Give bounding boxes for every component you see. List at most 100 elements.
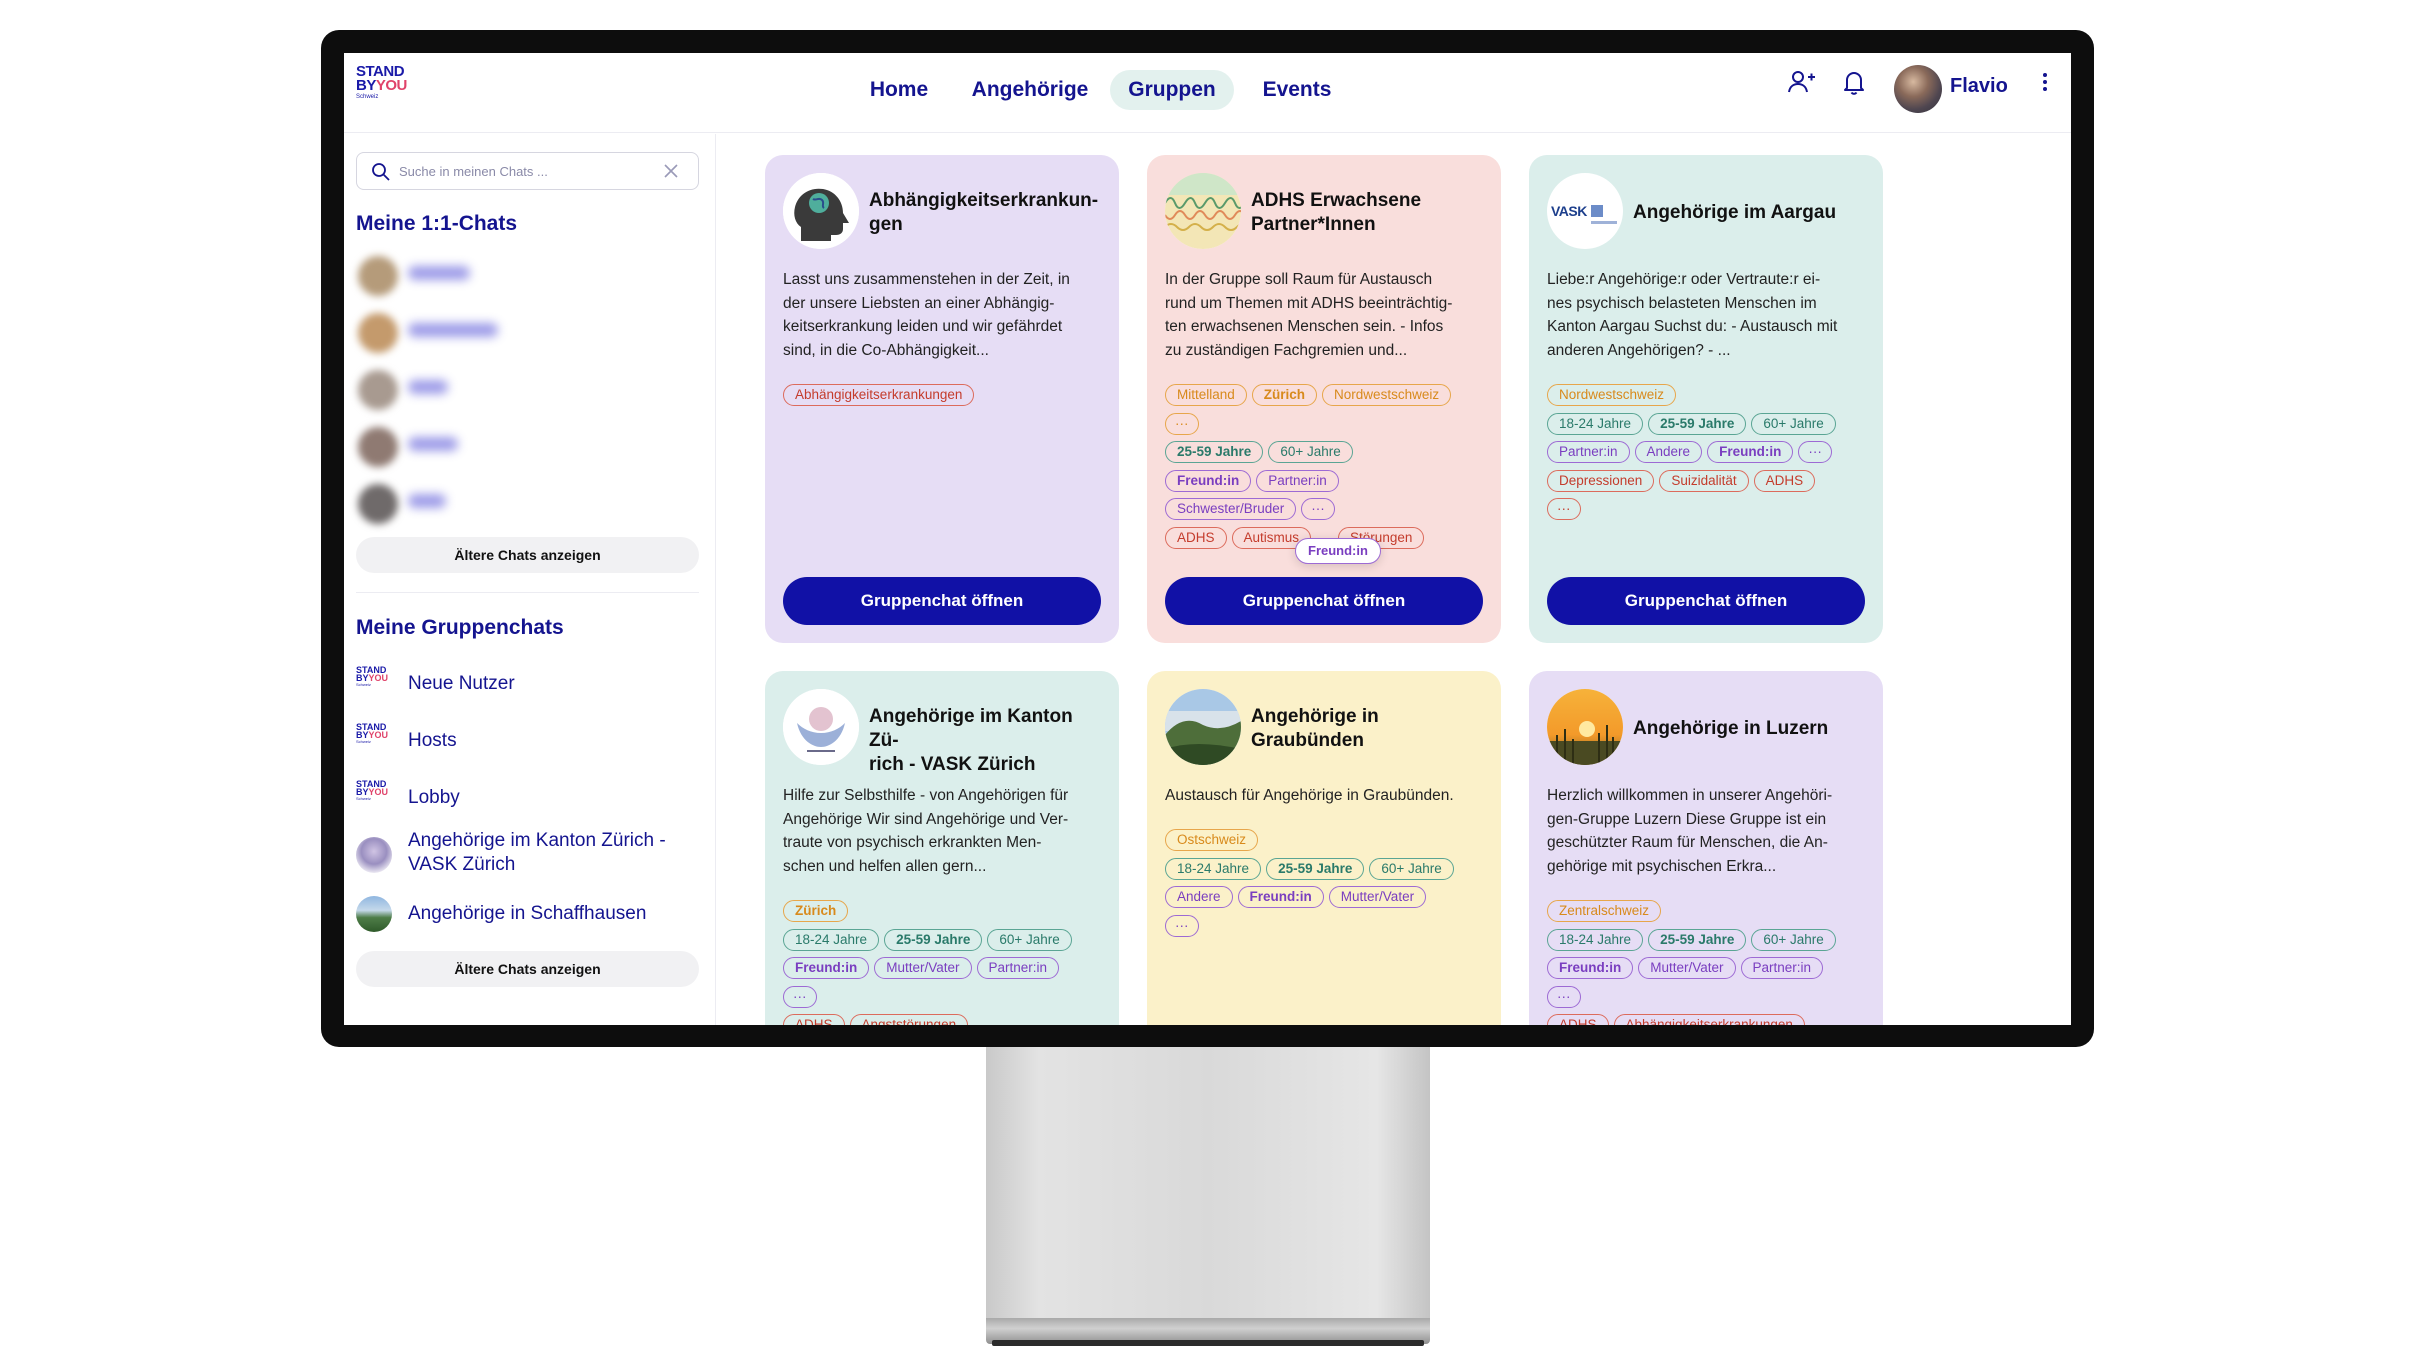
- chat-row[interactable]: [356, 423, 696, 467]
- avatar: [358, 427, 398, 467]
- blurred-name: [408, 437, 458, 451]
- group-card[interactable]: Angehörige in Graubünden Austausch für An…: [1147, 671, 1501, 1025]
- group-chat-item[interactable]: STAND BYYOU Schweiz Lobby: [356, 780, 706, 816]
- group-chat-name: Angehörige in Schaffhausen: [408, 903, 647, 924]
- tag: 60+ Jahre: [987, 928, 1072, 951]
- more-tags-button[interactable]: ···: [783, 985, 817, 1008]
- tag: Andere: [1165, 886, 1233, 908]
- nav-gruppen[interactable]: Gruppen: [1110, 70, 1234, 110]
- group-card[interactable]: Angehörige in Luzern Herzlich willkommen…: [1529, 671, 1883, 1025]
- app-screen: STAND BYYOU Schweiz Home Angehörige Grup…: [344, 53, 2071, 1025]
- tag: ADHS: [783, 1014, 845, 1025]
- group-avatar: [783, 689, 859, 765]
- group-description: In der Gruppe soll Raum für Austausch run…: [1165, 271, 1453, 359]
- tag: Freund:in: [1547, 957, 1634, 979]
- tag: Mittelland: [1165, 384, 1247, 406]
- tag: Mutter/Vater: [874, 957, 972, 979]
- tag: Freund:in: [1165, 469, 1252, 492]
- tag: Zürich: [1251, 384, 1318, 406]
- nav-angehoerige[interactable]: Angehörige: [956, 70, 1104, 110]
- stand-by-you-logo: STAND BYYOU Schweiz: [356, 722, 389, 745]
- stand-by-you-logo: STAND BYYOU Schweiz: [356, 779, 389, 802]
- group-chat-item[interactable]: Angehörige in Schaffhausen: [356, 896, 706, 932]
- top-navigation-bar: STAND BYYOU Schweiz Home Angehörige Grup…: [344, 53, 2071, 133]
- chat-search-input[interactable]: Suche in meinen Chats ...: [356, 152, 699, 190]
- more-vertical-icon[interactable]: [2030, 67, 2060, 97]
- tag: 25-59 Jahre: [1165, 441, 1264, 463]
- more-tags-button[interactable]: ···: [1798, 441, 1832, 463]
- one-to-one-chats-title: Meine 1:1-Chats: [356, 212, 518, 235]
- tag: ADHS: [1753, 469, 1816, 492]
- stand-by-you-logo[interactable]: STAND BYYOU Schweiz: [356, 64, 416, 117]
- group-tags: Ostschweiz 18-24 Jahre 25-59 Jahre 60+ Jah…: [1165, 829, 1487, 943]
- tag: Partner:in: [1547, 441, 1630, 463]
- chat-row[interactable]: [356, 309, 696, 353]
- tag-tooltip: Freund:in: [1295, 538, 1381, 564]
- tag: 18-24 Jahre: [1547, 412, 1644, 435]
- group-chat-item[interactable]: STAND BYYOU Schweiz Hosts: [356, 723, 706, 759]
- tag: 60+ Jahre: [1369, 857, 1454, 880]
- tag: 60+ Jahre: [1751, 412, 1836, 435]
- older-group-chats-button[interactable]: Ältere Chats anzeigen: [356, 951, 699, 987]
- more-tags-button[interactable]: ···: [1165, 412, 1199, 435]
- tag: Nordwestschweiz: [1547, 384, 1677, 406]
- search-icon: [371, 162, 391, 182]
- avatar: [358, 484, 398, 524]
- tag: Zentralschweiz: [1547, 900, 1662, 922]
- open-group-chat-button[interactable]: Gruppenchat öffnen: [783, 577, 1101, 625]
- close-icon[interactable]: [662, 162, 680, 180]
- avatar: [358, 256, 398, 296]
- tag: Abhängigkeitserkrankungen: [1613, 1014, 1805, 1025]
- tag: 60+ Jahre: [1751, 928, 1836, 951]
- group-chat-item[interactable]: STAND BYYOU Schweiz Neue Nutzer: [356, 666, 706, 702]
- tag: Freund:in: [783, 957, 870, 979]
- tag: ADHS: [1547, 1014, 1609, 1025]
- group-avatar: [356, 837, 392, 873]
- blurred-name: [408, 266, 470, 280]
- monitor-stand-shadow: [992, 1340, 1424, 1346]
- logo-line-2: BYYOU: [356, 77, 407, 94]
- search-placeholder: Suche in meinen Chats ...: [399, 164, 548, 179]
- chat-row[interactable]: [356, 480, 696, 524]
- avatar: [358, 370, 398, 410]
- group-tags: Zentralschweiz 18-24 Jahre 25-59 Jahre 60+…: [1547, 900, 1869, 1025]
- tag: Abhängigkeitserkrankungen: [783, 384, 975, 406]
- chat-row[interactable]: [356, 252, 696, 296]
- group-avatar: [1547, 689, 1623, 765]
- tag: 25-59 Jahre: [884, 928, 983, 951]
- avatar: [358, 313, 398, 353]
- tag: Partner:in: [1740, 957, 1824, 979]
- group-tags: Mittelland Zürich Nordwestschweiz ··· 25-5…: [1165, 384, 1487, 555]
- more-tags-button[interactable]: ···: [1165, 914, 1199, 937]
- divider: [356, 592, 699, 593]
- more-tags-button[interactable]: ···: [1547, 498, 1581, 520]
- tag: 18-24 Jahre: [1165, 857, 1262, 880]
- tag: 25-59 Jahre: [1648, 412, 1747, 435]
- group-avatar: [356, 896, 392, 932]
- group-chat-item[interactable]: Angehörige im Kanton Zürich - VASK Zürich: [356, 829, 706, 881]
- open-group-chat-button[interactable]: Gruppenchat öffnen: [1165, 577, 1483, 625]
- more-tags-button[interactable]: ···: [1301, 498, 1335, 520]
- open-group-chat-button[interactable]: Gruppenchat öffnen: [1547, 577, 1865, 625]
- group-card[interactable]: VASK Angehörige im Aargau Liebe:r Angehö…: [1529, 155, 1883, 643]
- nav-home[interactable]: Home: [849, 70, 949, 110]
- tag: Partner:in: [976, 957, 1060, 979]
- group-description: Liebe:r Angehörige:r oder Vertraute:r ei…: [1547, 271, 1838, 359]
- group-title: Angehörige im Aargau: [1633, 202, 1837, 223]
- group-chat-name: Angehörige im Kanton Zürich - VASK Zürich: [408, 830, 666, 875]
- more-tags-button[interactable]: ···: [1547, 985, 1581, 1008]
- group-card[interactable]: Angehörige im Kanton Zü-rich - VASK Züri…: [765, 671, 1119, 1025]
- tag: Angststörungen: [849, 1014, 969, 1025]
- older-chats-button[interactable]: Ältere Chats anzeigen: [356, 537, 699, 573]
- group-card[interactable]: ADHS Erwachsene Partner*Innen In der Grup…: [1147, 155, 1501, 643]
- chat-row[interactable]: [356, 366, 696, 410]
- group-card[interactable]: Abhängigkeitserkrankun-gen Lasst uns zus…: [765, 155, 1119, 643]
- tag: Freund:in: [1707, 441, 1794, 463]
- group-description: Herzlich willkommen in unserer Angehöri-…: [1547, 787, 1833, 875]
- add-person-icon[interactable]: [1786, 67, 1816, 97]
- user-name[interactable]: Flavio: [1950, 75, 2008, 98]
- blurred-name: [408, 494, 446, 508]
- bell-icon[interactable]: [1839, 67, 1869, 97]
- nav-events[interactable]: Events: [1242, 70, 1352, 110]
- user-avatar[interactable]: [1894, 65, 1942, 113]
